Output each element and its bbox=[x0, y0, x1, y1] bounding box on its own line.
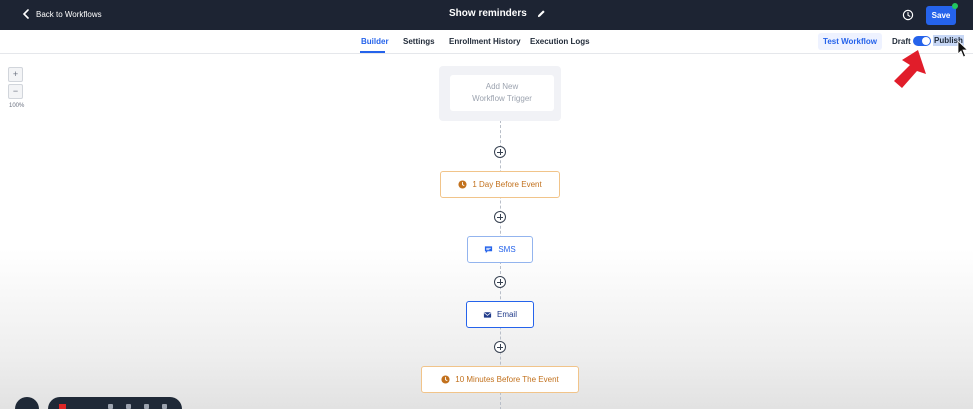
trash-icon[interactable] bbox=[162, 404, 167, 409]
chevron-left-icon bbox=[22, 9, 29, 19]
zoom-out-button[interactable]: − bbox=[8, 84, 23, 99]
recording-controls bbox=[48, 397, 182, 409]
zoom-in-button[interactable]: + bbox=[8, 67, 23, 82]
online-status-dot bbox=[952, 3, 958, 9]
pencil-icon[interactable] bbox=[537, 9, 546, 18]
workflow-canvas[interactable]: + − 100% Add New Workflow Trigger 1 Day … bbox=[0, 55, 973, 409]
active-tab-indicator bbox=[360, 51, 385, 53]
step-label: SMS bbox=[498, 245, 516, 254]
trigger-container: Add New Workflow Trigger bbox=[439, 66, 561, 121]
add-step-button[interactable] bbox=[494, 211, 506, 223]
step-delay-1-day[interactable]: 1 Day Before Event bbox=[440, 171, 560, 198]
add-step-button[interactable] bbox=[494, 276, 506, 288]
step-sms[interactable]: SMS bbox=[467, 236, 533, 263]
draft-label: Draft bbox=[892, 37, 911, 46]
step-email[interactable]: Email bbox=[466, 301, 534, 328]
record-control-icon[interactable] bbox=[126, 404, 131, 409]
chat-bubble-icon bbox=[485, 246, 493, 254]
zoom-level: 100% bbox=[9, 103, 25, 109]
clock-icon bbox=[458, 180, 467, 189]
back-link-label: Back to Workflows bbox=[36, 9, 102, 19]
tab-builder[interactable]: Builder bbox=[361, 37, 389, 46]
tab-execution-logs[interactable]: Execution Logs bbox=[530, 37, 590, 46]
test-workflow-button[interactable]: Test Workflow bbox=[818, 33, 882, 50]
stop-recording-icon[interactable] bbox=[59, 404, 66, 409]
workflow-title: Show reminders bbox=[449, 8, 527, 19]
step-label: 10 Minutes Before The Event bbox=[455, 375, 559, 384]
tab-enrollment-history[interactable]: Enrollment History bbox=[449, 37, 521, 46]
step-delay-10-minutes[interactable]: 10 Minutes Before The Event bbox=[421, 366, 579, 393]
envelope-icon bbox=[483, 312, 492, 318]
step-label: 1 Day Before Event bbox=[472, 180, 542, 189]
workflow-title-area: Show reminders bbox=[449, 8, 546, 19]
pause-icon[interactable] bbox=[144, 404, 149, 409]
add-trigger-line-1: Add New bbox=[485, 82, 519, 91]
tab-bar: Builder Settings Enrollment History Exec… bbox=[0, 30, 973, 54]
save-button[interactable]: Save bbox=[926, 6, 956, 25]
red-arrow-annotation-icon bbox=[894, 50, 926, 88]
draft-publish-toggle[interactable] bbox=[913, 36, 931, 46]
top-bar: Back to Workflows Show reminders Save bbox=[0, 0, 973, 30]
back-to-workflows-link[interactable]: Back to Workflows bbox=[22, 9, 102, 19]
step-label: Email bbox=[496, 310, 517, 319]
add-step-button[interactable] bbox=[494, 341, 506, 353]
mouse-cursor-icon bbox=[957, 40, 969, 58]
add-trigger-button[interactable]: Add New Workflow Trigger bbox=[450, 75, 554, 111]
clock-icon bbox=[441, 375, 450, 384]
history-icon[interactable] bbox=[902, 9, 914, 21]
tab-settings[interactable]: Settings bbox=[403, 37, 435, 46]
record-control-icon[interactable] bbox=[108, 404, 113, 409]
add-trigger-line-2: Workflow Trigger bbox=[472, 94, 532, 103]
add-step-button[interactable] bbox=[494, 146, 506, 158]
